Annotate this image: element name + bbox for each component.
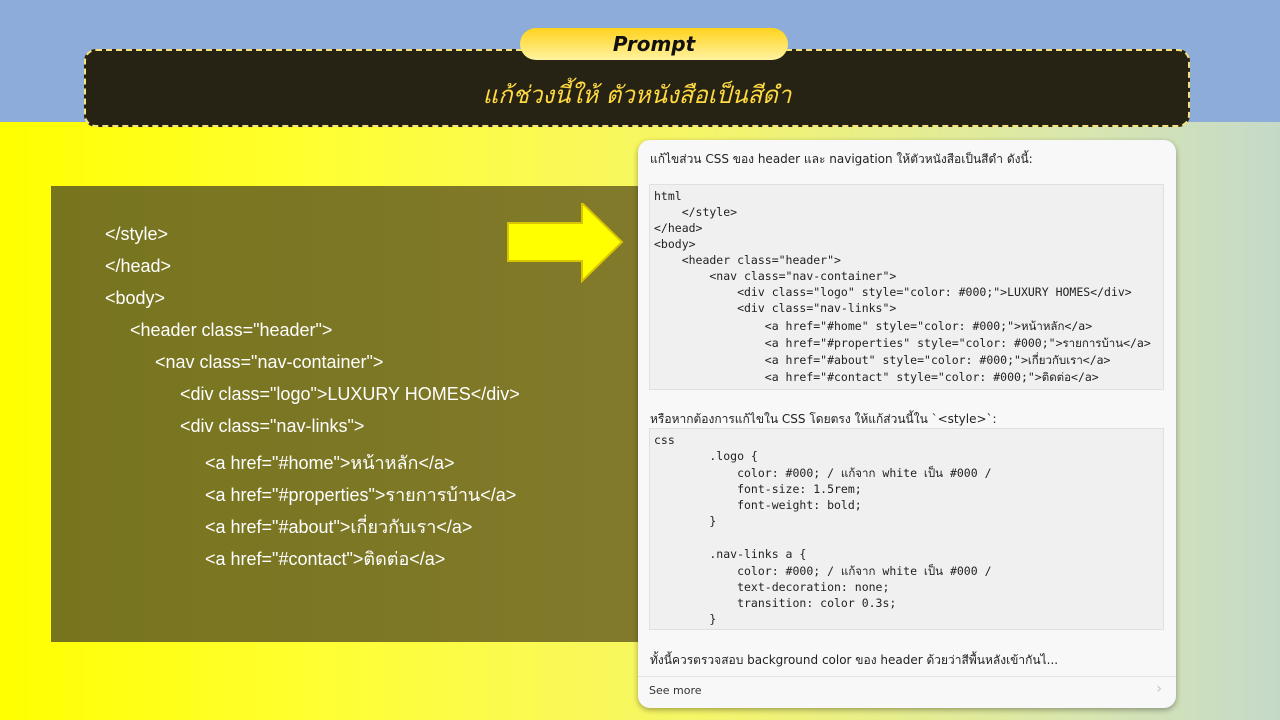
code-line: <a href="#contact">ติดต่อ</a> [205, 549, 446, 569]
code-line: font-weight: bold; [654, 498, 862, 512]
code-line: <nav class="nav-container"> [155, 352, 384, 372]
code-line: transition: color 0.3s; [654, 596, 897, 610]
divider [638, 676, 1176, 677]
code-line: } [654, 514, 717, 528]
code-line: </head> [105, 256, 172, 276]
right-arrow-icon [507, 203, 624, 283]
code-line: <a href="#properties">รายการบ้าน</a> [205, 485, 517, 505]
code-line: text-decoration: none; [654, 580, 890, 594]
code-line: </style> [654, 205, 738, 219]
html-code-block: html </style> </head> <body> <header cla… [649, 184, 1164, 390]
code-line: <div class="nav-links"> [654, 301, 897, 315]
code-line: </head> [654, 221, 703, 235]
code-line: <body> [105, 288, 166, 308]
chat-intro-text: แก้ไขส่วน CSS ของ header และ navigation … [650, 152, 1033, 166]
code-line: <header class="header"> [130, 320, 333, 340]
code-line: css [654, 433, 675, 447]
prompt-box: แก้ช่วงนี้ให้ ตัวหนังสือเป็นสีดำ [84, 49, 1190, 127]
chevron-right-icon[interactable]: › [1156, 681, 1162, 697]
code-line: <body> [654, 237, 696, 251]
code-line: <div class="logo" style="color: #000;">L… [654, 285, 1132, 299]
code-line: </style> [105, 224, 169, 244]
code-line: <a href="#about">เกี่ยวกับเรา</a> [205, 517, 473, 537]
see-more-link[interactable]: See more [649, 684, 702, 697]
code-line: <a href="#home">หน้าหลัก</a> [205, 453, 455, 473]
code-line: <a href="#contact" style="color: #000;">… [654, 370, 1099, 384]
chat-response-card: แก้ไขส่วน CSS ของ header และ navigation … [638, 140, 1176, 708]
code-line: color: #000; / แก้จาก white เป็น #000 / [654, 466, 992, 480]
code-line: .logo { [654, 449, 758, 463]
code-line: color: #000; / แก้จาก white เป็น #000 / [654, 564, 992, 578]
css-code-block: css .logo { color: #000; / แก้จาก white … [649, 428, 1164, 630]
code-line: font-size: 1.5rem; [654, 482, 862, 496]
code-line: <div class="logo">LUXURY HOMES</div> [180, 384, 520, 404]
prompt-pill-label: Prompt [520, 28, 788, 60]
code-line: .nav-links a { [654, 547, 807, 561]
chat-middle-text: หรือหากต้องการแก้ไขใน CSS โดยตรง ให้แก้ส… [650, 412, 997, 426]
prompt-text: แก้ช่วงนี้ให้ ตัวหนังสือเป็นสีดำ [482, 81, 792, 109]
code-line: <a href="#home" style="color: #000;">หน้… [654, 319, 1093, 333]
code-line: html [654, 189, 682, 203]
code-line: <nav class="nav-container"> [654, 269, 897, 283]
chat-footer-text: ทั้งนี้ควรตรวจสอบ background color ของ h… [650, 653, 1059, 667]
code-line: <a href="#properties" style="color: #000… [654, 336, 1151, 350]
code-line: <div class="nav-links"> [180, 416, 365, 436]
code-line: <header class="header"> [654, 253, 841, 267]
code-line: } [654, 612, 717, 626]
code-line: <a href="#about" style="color: #000;">เก… [654, 353, 1111, 367]
